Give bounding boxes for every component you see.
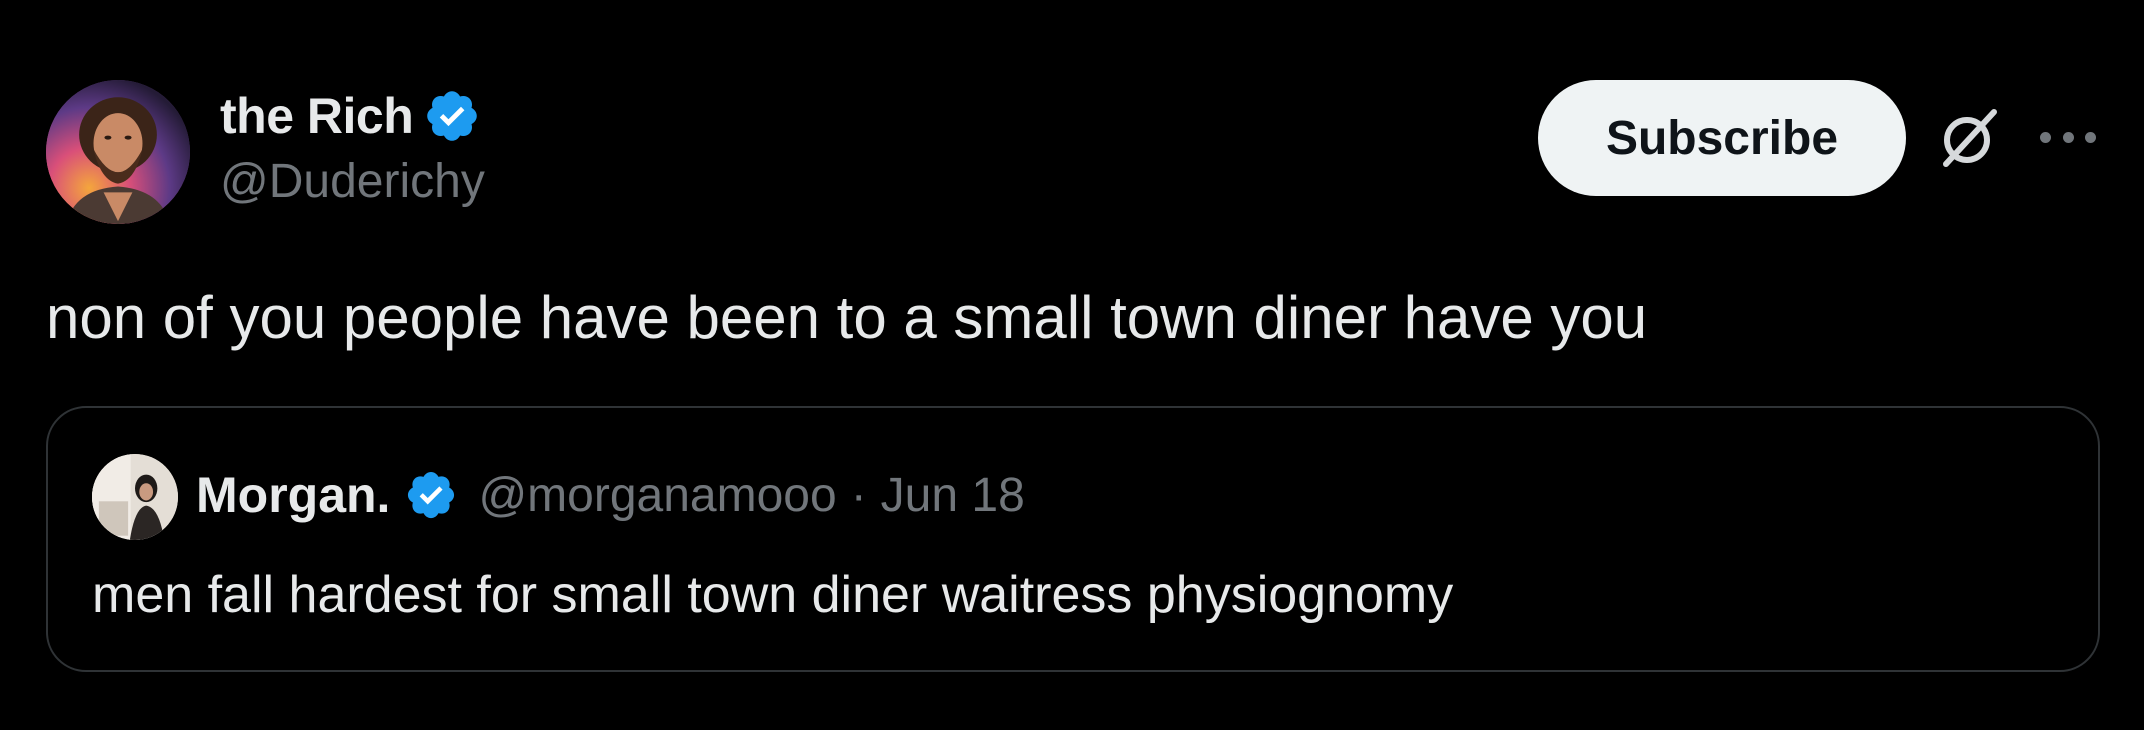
quoted-verified-badge-icon[interactable] [404, 468, 458, 522]
quoted-date[interactable]: Jun 18 [881, 468, 1025, 523]
more-dot [2085, 131, 2096, 143]
author-display-name[interactable]: the Rich [220, 87, 414, 145]
author-name-row: the Rich [220, 84, 485, 148]
author-avatar[interactable] [46, 80, 190, 224]
quoted-handle[interactable]: @morganamooo [478, 468, 836, 523]
quoted-header: Morgan. @morganamooo · Jun 18 [196, 460, 1025, 530]
quoted-tweet-text: men fall hardest for small town diner wa… [92, 566, 1454, 624]
author-avatar-image [46, 80, 190, 224]
more-dot [2062, 131, 2074, 143]
more-options-icon[interactable] [2040, 122, 2096, 152]
quoted-avatar-image [92, 454, 178, 540]
quoted-separator: · [850, 468, 867, 522]
tweet-text: non of you people have been to a small t… [46, 284, 1648, 351]
author-block: the Rich @Duderichy [220, 84, 485, 209]
quoted-author-avatar[interactable] [92, 454, 178, 540]
tweet: the Rich @Duderichy Subscribe non of you… [0, 0, 2144, 730]
quoted-tweet-card[interactable]: Morgan. @morganamooo · Jun 18 men fall h… [46, 406, 2100, 672]
more-dot [2040, 131, 2051, 143]
author-handle[interactable]: @Duderichy [220, 154, 485, 209]
verified-badge-icon[interactable] [423, 87, 481, 145]
subscribe-button[interactable]: Subscribe [1538, 80, 1906, 196]
grok-icon[interactable] [1936, 104, 2002, 170]
quoted-display-name[interactable]: Morgan. [196, 466, 390, 524]
